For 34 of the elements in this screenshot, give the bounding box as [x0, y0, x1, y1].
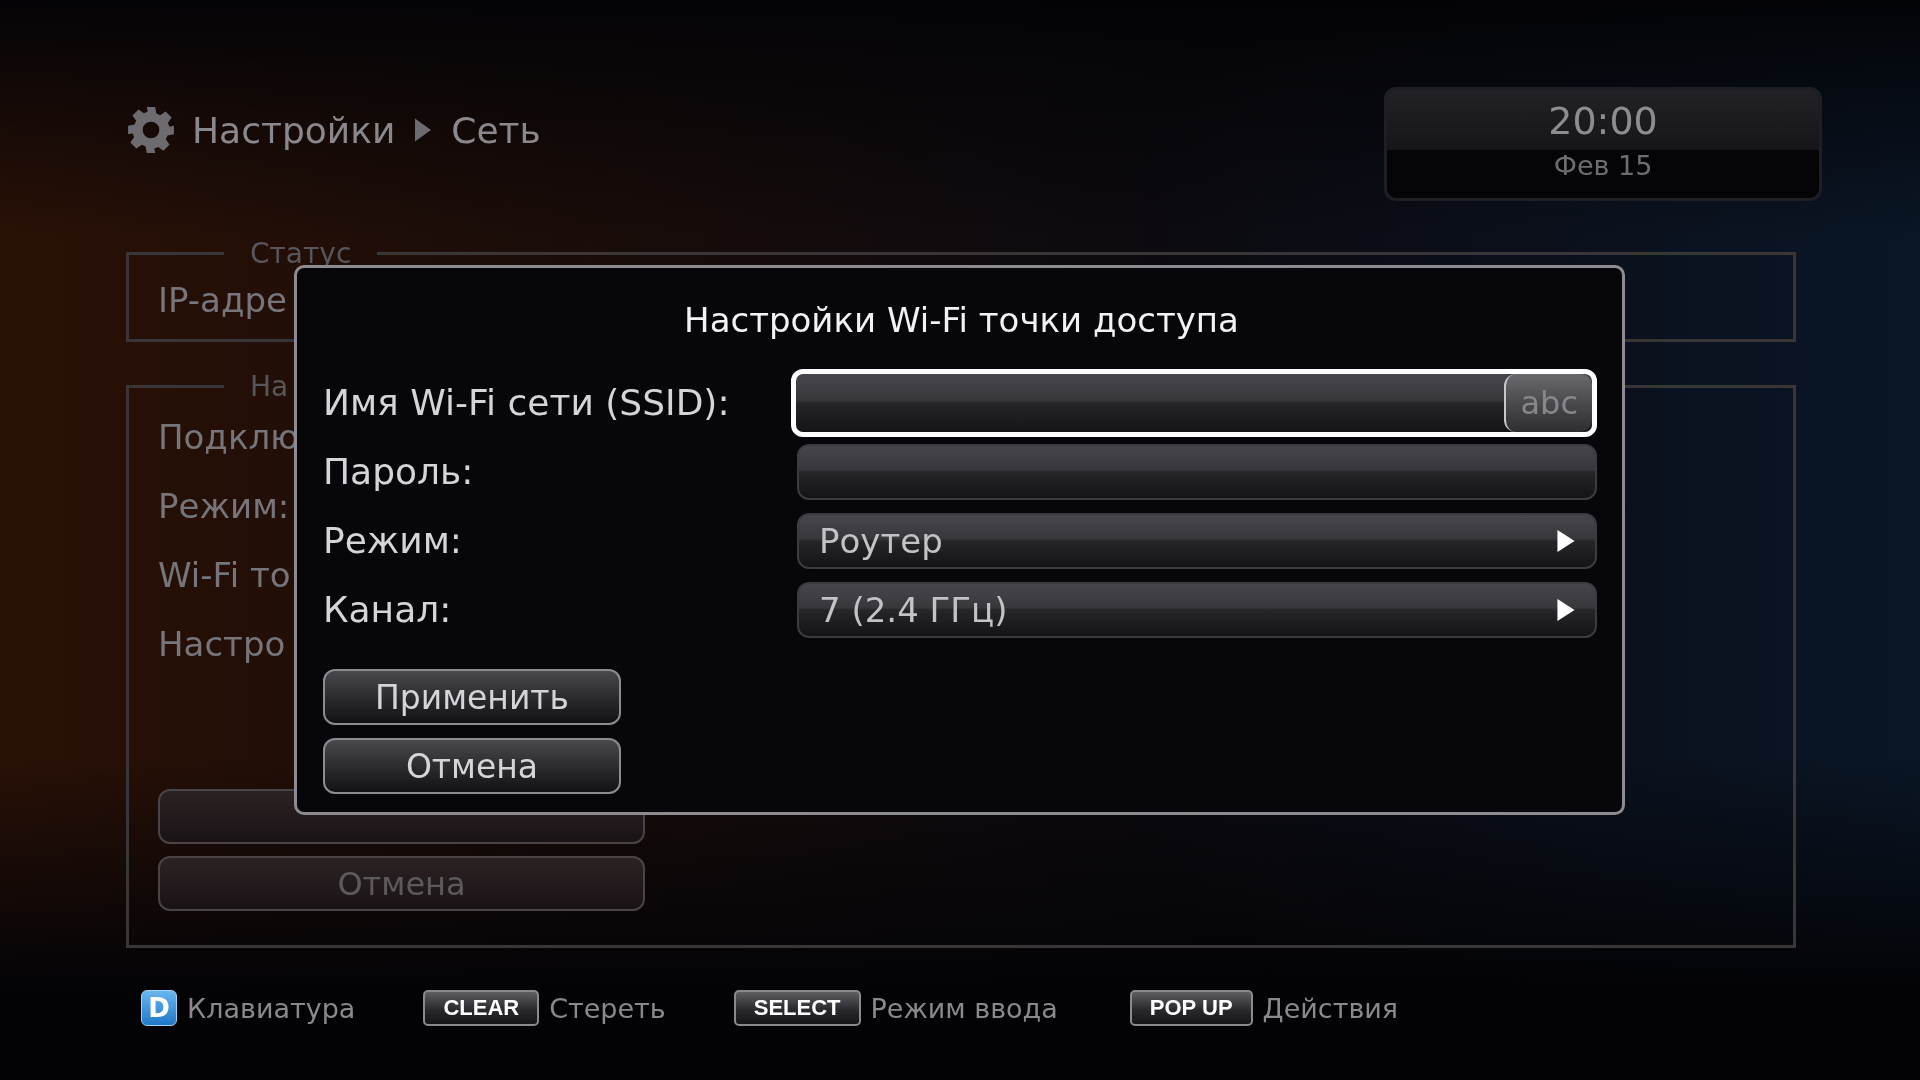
key-hint: Стереть [549, 992, 666, 1024]
key-hint: Режим ввода [870, 992, 1058, 1024]
input-field[interactable] [797, 443, 1597, 500]
dropdown[interactable]: Роутер [797, 512, 1597, 569]
breadcrumb-item: Настройки [192, 109, 396, 151]
input-mode-badge: abc [1504, 373, 1592, 432]
breadcrumb-item: Сеть [451, 109, 541, 151]
remote-key: CLEAR [423, 990, 540, 1026]
dialog-button[interactable]: Отмена [323, 738, 621, 794]
dropdown[interactable]: 7 (2.4 ГГц) [797, 581, 1597, 638]
field-label: Имя Wi-Fi сети (SSID): [323, 382, 731, 423]
panel-legend: Статус [224, 237, 378, 270]
clock-time: 20:00 [1548, 98, 1658, 144]
remote-key: D [141, 990, 177, 1026]
field-label: Режим: [323, 520, 463, 561]
gear-icon [126, 105, 176, 155]
arrow-right-icon [1557, 529, 1575, 552]
setting-label: Настро [158, 623, 286, 666]
field-label: Канал: [323, 589, 453, 630]
dialog-button[interactable]: Применить [323, 669, 621, 725]
setting-label: IP-адре [158, 279, 287, 322]
field-label: Пароль: [323, 451, 475, 492]
remote-key: SELECT [733, 990, 861, 1026]
dialog-title: Настройки Wi-Fi точки доступа [684, 299, 1239, 342]
clock-date: Фев 15 [1553, 150, 1653, 181]
setting-label: Wi-Fi то [158, 554, 291, 597]
setting-label: Подклю [158, 416, 299, 459]
key-hint: Клавиатура [187, 992, 356, 1024]
remote-key: POP UP [1129, 990, 1253, 1026]
setting-label: Режим: [158, 485, 290, 528]
key-hint: Действия [1262, 992, 1399, 1024]
chevron-right-icon [415, 118, 432, 142]
panel-legend: На [224, 370, 315, 403]
arrow-right-icon [1557, 598, 1575, 621]
